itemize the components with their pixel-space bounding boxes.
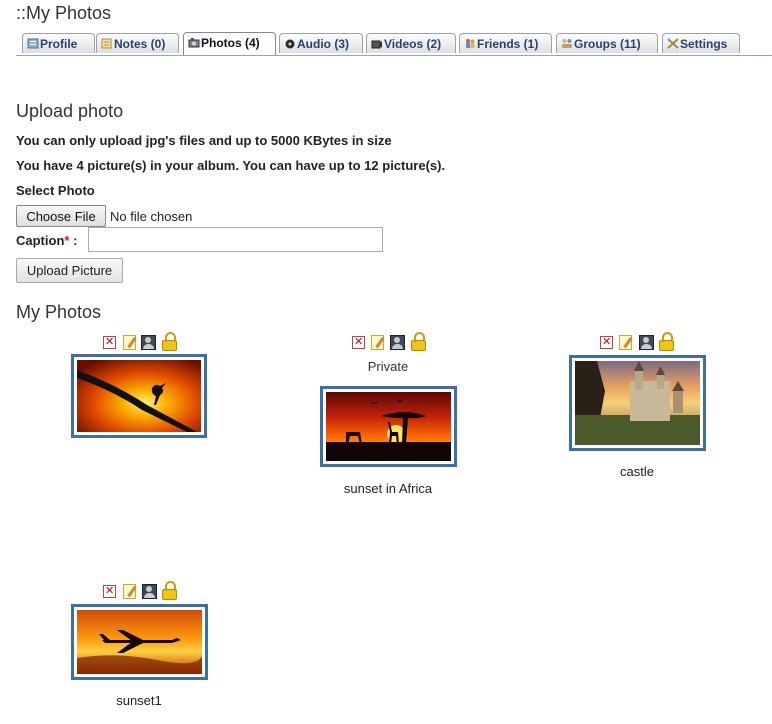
profile-tabs: Profile Notes (0) Photos (4) Audio (3) V… bbox=[16, 32, 772, 56]
tab-audio[interactable]: Audio (3) bbox=[279, 33, 363, 53]
tab-label: Photos (4) bbox=[201, 36, 260, 50]
set-avatar-icon[interactable] bbox=[390, 335, 405, 350]
private-label: Private bbox=[367, 359, 409, 374]
lock-icon[interactable] bbox=[162, 581, 177, 600]
tab-label: Audio (3) bbox=[297, 37, 349, 51]
delete-icon[interactable] bbox=[103, 335, 116, 349]
set-avatar-icon[interactable] bbox=[141, 335, 156, 350]
photo-toolbar bbox=[103, 581, 183, 601]
plane-sunset-image bbox=[77, 610, 202, 674]
tab-profile[interactable]: Profile bbox=[22, 33, 95, 53]
tab-notes[interactable]: Notes (0) bbox=[96, 33, 179, 53]
tab-videos[interactable]: Videos (2) bbox=[366, 33, 456, 53]
caption-colon: : bbox=[69, 233, 78, 248]
photo-caption: sunset1 bbox=[116, 693, 162, 708]
caption-input[interactable] bbox=[88, 227, 383, 252]
lock-icon[interactable] bbox=[162, 332, 177, 351]
set-avatar-icon[interactable] bbox=[142, 584, 157, 599]
upload-size-note: You can only upload jpg's files and up t… bbox=[16, 133, 392, 148]
page-title: ::My Photos bbox=[16, 3, 112, 23]
delete-icon[interactable] bbox=[352, 335, 365, 349]
bird-sunset-image bbox=[77, 360, 201, 432]
edit-icon[interactable] bbox=[123, 335, 136, 350]
profile-icon bbox=[27, 35, 39, 49]
photo-thumbnail[interactable] bbox=[71, 354, 207, 438]
tab-label: Notes (0) bbox=[114, 37, 166, 51]
audio-icon bbox=[284, 35, 296, 49]
lock-icon[interactable] bbox=[659, 332, 674, 351]
settings-icon bbox=[667, 35, 679, 49]
caption-label: Caption* : bbox=[16, 233, 77, 248]
delete-icon[interactable] bbox=[103, 584, 116, 598]
africa-sunset-image bbox=[326, 392, 451, 461]
castle-image bbox=[575, 361, 700, 445]
camera-icon bbox=[188, 34, 200, 48]
photo-caption: castle bbox=[620, 464, 654, 479]
edit-icon[interactable] bbox=[123, 584, 136, 599]
set-avatar-icon[interactable] bbox=[639, 335, 654, 350]
caption-label-text: Caption bbox=[16, 233, 65, 248]
edit-icon[interactable] bbox=[371, 335, 384, 350]
tab-settings[interactable]: Settings bbox=[662, 33, 740, 53]
tab-label: Videos (2) bbox=[384, 37, 442, 51]
tab-label: Settings bbox=[680, 37, 728, 51]
photo-thumbnail[interactable] bbox=[71, 604, 208, 680]
tab-photos[interactable]: Photos (4) bbox=[183, 32, 276, 55]
photo-caption: sunset in Africa bbox=[343, 481, 433, 496]
photo-toolbar bbox=[352, 332, 432, 352]
my-photos-heading: My Photos bbox=[16, 302, 102, 322]
friends-icon bbox=[464, 35, 476, 48]
tab-groups[interactable]: Groups (11) bbox=[556, 33, 658, 53]
photo-toolbar bbox=[600, 332, 680, 352]
album-count-note: You have 4 picture(s) in your album. You… bbox=[16, 158, 446, 173]
delete-icon[interactable] bbox=[600, 335, 613, 349]
groups-icon bbox=[561, 35, 573, 48]
edit-icon[interactable] bbox=[619, 335, 632, 350]
lock-icon[interactable] bbox=[411, 332, 426, 351]
photo-toolbar bbox=[103, 332, 183, 352]
tab-label: Friends (1) bbox=[477, 37, 539, 51]
select-photo-label: Select Photo bbox=[16, 183, 95, 198]
tab-label: Groups (11) bbox=[574, 37, 641, 51]
tab-friends[interactable]: Friends (1) bbox=[459, 33, 552, 53]
video-icon bbox=[371, 35, 383, 49]
photo-thumbnail[interactable] bbox=[569, 355, 706, 451]
photo-thumbnail[interactable] bbox=[320, 386, 457, 467]
tab-label: Profile bbox=[40, 37, 78, 51]
upload-picture-button[interactable]: Upload Picture bbox=[16, 258, 123, 283]
choose-file-button[interactable]: Choose File bbox=[16, 205, 106, 227]
file-status: No file chosen bbox=[110, 209, 193, 224]
upload-heading: Upload photo bbox=[16, 101, 124, 121]
notes-icon bbox=[101, 35, 113, 49]
